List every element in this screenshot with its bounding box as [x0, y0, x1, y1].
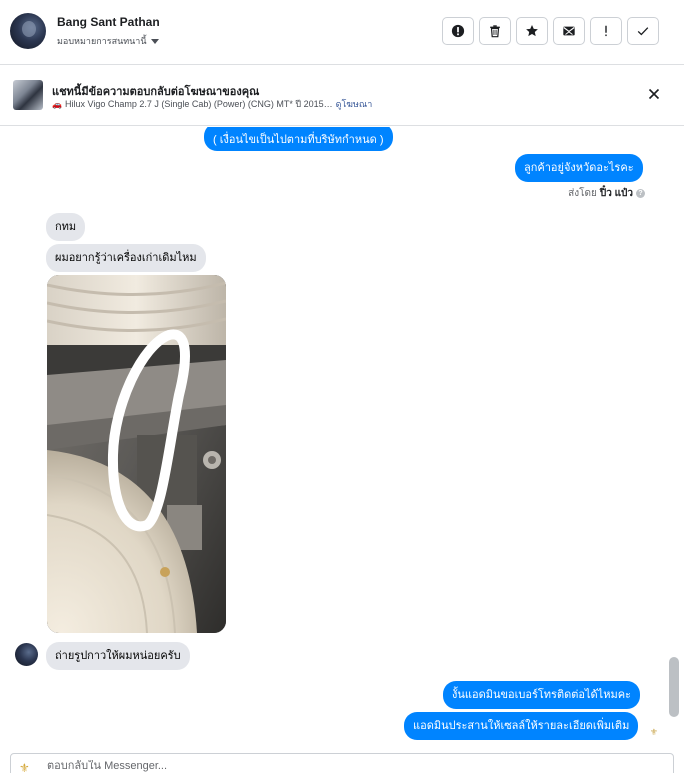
assign-label: มอบหมายการสนทนานี้	[57, 36, 147, 46]
header-actions	[442, 17, 659, 45]
ad-car-description: Hilux Vigo Champ 2.7 J (Single Cab) (Pow…	[64, 99, 333, 109]
conversation-header: Bang Sant Pathan มอบหมายการสนทนานี้	[0, 0, 684, 65]
check-icon	[637, 27, 649, 36]
mark-unread-button[interactable]	[553, 17, 585, 45]
reply-input[interactable]	[47, 760, 647, 772]
caret-down-icon	[150, 38, 159, 44]
info-icon[interactable]: ?	[636, 189, 645, 198]
sent-by-label: ส่งโดย ปิ๋ว แป๋ว ?	[568, 186, 645, 201]
message-bubble[interactable]: ลูกค้าอยู่จังหวัดอะไรคะ	[515, 154, 643, 182]
delete-button[interactable]	[479, 17, 511, 45]
reply-box[interactable]: ⚜	[10, 753, 674, 773]
trash-icon	[490, 25, 500, 38]
message-thread[interactable]: ( เงื่อนไขเป็นไปตามที่บริษัทกำหนด ) ลูกค…	[0, 127, 684, 753]
sent-by-prefix: ส่งโดย	[568, 188, 597, 199]
follow-up-button[interactable]	[590, 17, 622, 45]
message-bubble[interactable]: แอดมินประสานให้เซลล์ให้รายละเอียดเพิ่มเต…	[404, 712, 639, 740]
close-icon[interactable]	[646, 86, 662, 102]
message-bubble[interactable]: ผมอยากรู้ว่าเครื่องเก่าเดิมไหม	[46, 244, 206, 272]
exclamation-icon	[605, 25, 607, 37]
page-avatar-icon: ⚜	[19, 761, 30, 773]
message-bubble[interactable]: กทม	[46, 213, 86, 241]
message-bubble[interactable]: ถ่ายรูปกาวให้ผมหน่อยครับ	[46, 642, 190, 670]
contact-name[interactable]: Bang Sant Pathan	[57, 15, 160, 29]
ad-reply-banner: แชทนี้มีข้อความตอบกลับต่อโฆษณาของคุณ 🚗 H…	[0, 66, 684, 126]
ad-subtitle: 🚗 Hilux Vigo Champ 2.7 J (Single Cab) (P…	[52, 97, 372, 111]
alert-circle-icon	[451, 24, 465, 38]
assign-conversation-dropdown[interactable]: มอบหมายการสนทนานี้	[57, 34, 159, 48]
car-icon: 🚗	[52, 99, 62, 109]
contact-avatar-small[interactable]	[15, 643, 38, 666]
star-icon	[526, 25, 538, 37]
message-bubble[interactable]: ( เงื่อนไขเป็นไปตามที่บริษัทกำหนด )	[204, 127, 393, 151]
message-bubble[interactable]: งั้นแอดมินขอเบอร์โทรติดต่อได้ไหมคะ	[443, 681, 640, 709]
seen-avatar-icon: ⚜	[649, 727, 658, 737]
contact-avatar[interactable]	[10, 13, 46, 49]
view-ad-link[interactable]: ดูโฆษณา	[336, 97, 373, 111]
scrollbar-thumb[interactable]	[669, 657, 679, 717]
ad-thumbnail[interactable]	[13, 80, 43, 110]
star-button[interactable]	[516, 17, 548, 45]
mark-spam-button[interactable]	[442, 17, 474, 45]
engine-photo-image	[47, 275, 226, 633]
mark-done-button[interactable]	[627, 17, 659, 45]
mark-unread-icon	[563, 26, 575, 36]
message-photo[interactable]	[47, 275, 226, 633]
sent-by-name: ปิ๋ว แป๋ว	[599, 188, 633, 199]
